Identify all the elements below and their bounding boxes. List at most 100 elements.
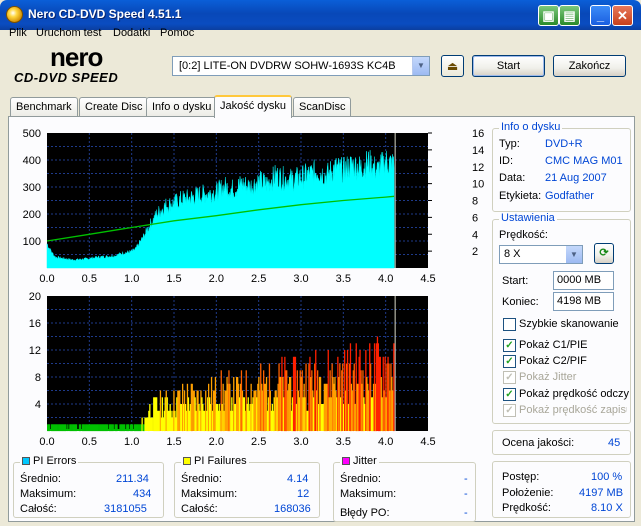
top-y-right-tick: 14 <box>472 145 484 157</box>
settings-title: Ustawienia <box>499 212 557 224</box>
speed-select-value: 8 X <box>504 248 521 260</box>
extra-window-icon[interactable]: ▣ <box>538 5 559 26</box>
pif-chart: 20 16 12 8 4 0.0 0.5 1.0 1.5 2.0 2.5 3.0 3.5 4.0 4.5 <box>29 291 436 448</box>
tab-info-o-dysku[interactable]: Info o dysku <box>146 97 218 117</box>
menu-dodatki[interactable]: Dodatki <box>113 27 150 39</box>
checkbox-show-c1-pie[interactable]: ✓ <box>503 339 516 352</box>
menu-plik[interactable]: Plik <box>9 27 27 39</box>
window-title: Nero CD-DVD Speed 4.51.1 <box>28 7 182 21</box>
show-c2-pif-label: Pokaż C2/PIF <box>519 355 587 367</box>
top-y-right-tick: 16 <box>472 128 484 140</box>
nero-logo: nero CD-DVD SPEED <box>10 42 160 88</box>
logo-product: CD-DVD SPEED <box>14 70 119 85</box>
menu-uruchom-test[interactable]: Uruchom test <box>36 27 101 39</box>
chevron-down-icon[interactable]: ▼ <box>412 57 429 75</box>
start-button[interactable]: Start <box>472 55 545 77</box>
show-jitter-label: Pokaż Jitter <box>519 371 577 383</box>
checkbox-show-write-speed[interactable]: ✓ <box>503 404 516 417</box>
top-y-left-tick: 400 <box>23 155 41 167</box>
pi-errors-title-text: PI Errors <box>33 455 77 467</box>
bottom-x-tick: 2.5 <box>251 436 266 448</box>
show-write-speed-label: Pokaż prędkość zapisu <box>519 404 627 416</box>
position-label: Położenie: <box>502 487 554 499</box>
pie-avg-label: Średnio: <box>20 473 61 485</box>
pif-avg-value: 4.14 <box>287 473 309 485</box>
bottom-x-tick: 1.0 <box>124 436 139 448</box>
top-x-tick: 2.0 <box>209 273 224 285</box>
pif-max-value: 12 <box>297 488 310 500</box>
bottom-y-tick: 12 <box>29 345 41 357</box>
top-x-tick: 0.5 <box>82 273 97 285</box>
pi-failures-color-swatch <box>183 457 191 465</box>
po-errors-label: Błędy PO: <box>340 507 390 519</box>
speed-label: Prędkość: <box>499 229 548 241</box>
tab-scandisc[interactable]: ScanDisc <box>293 97 352 117</box>
jitter-avg-label: Średnio: <box>340 473 381 485</box>
pi-errors-title: PI Errors <box>20 455 79 467</box>
pie-total-value: 3181055 <box>104 503 147 515</box>
start-mb-input[interactable]: 0000 MB <box>553 271 614 290</box>
speed-readout-label: Prędkość: <box>502 502 551 514</box>
chevron-down-icon[interactable]: ▼ <box>566 246 582 263</box>
show-read-speed-label: Pokaż prędkość odczy <box>519 388 630 400</box>
end-mb-input[interactable]: 4198 MB <box>553 292 614 311</box>
bottom-x-tick: 3.5 <box>336 436 351 448</box>
disc-type-label: Typ: <box>499 138 520 150</box>
bottom-x-tick: 0.5 <box>82 436 97 448</box>
pif-total-value: 168036 <box>274 503 311 515</box>
checkbox-show-read-speed[interactable]: ✓ <box>503 388 516 401</box>
disc-type-value: DVD+R <box>545 138 583 150</box>
pi-failures-title: PI Failures <box>181 455 249 467</box>
bottom-x-tick: 1.5 <box>166 436 181 448</box>
disc-label-value: Godfather <box>545 190 594 202</box>
quality-score-label: Ocena jakości: <box>502 437 575 449</box>
eject-disc-button[interactable]: ⏏ <box>441 55 464 77</box>
pie-total-label: Całość: <box>20 503 57 515</box>
menu-pomoc[interactable]: Pomoc <box>160 27 194 39</box>
zakoncz-button[interactable]: Zakończ <box>553 55 626 77</box>
app-disc-icon <box>6 6 23 23</box>
disc-id-label: ID: <box>499 155 514 167</box>
pie-avg-value: 211.34 <box>116 473 149 485</box>
pif-total-label: Całość: <box>181 503 218 515</box>
top-x-tick: 3.5 <box>336 273 351 285</box>
top-y-left-tick: 300 <box>23 182 41 194</box>
top-y-left-tick: 500 <box>23 128 41 140</box>
top-y-left-tick: 200 <box>23 209 41 221</box>
jitter-color-swatch <box>342 457 350 465</box>
extra-window-icon-2[interactable]: ▤ <box>559 5 580 26</box>
po-errors-value: - <box>464 507 468 519</box>
jitter-avg-value: - <box>464 473 468 485</box>
checkbox-show-jitter[interactable]: ✓ <box>503 371 516 384</box>
speed-select[interactable]: 8 X ▼ <box>499 245 583 264</box>
bottom-x-tick: 3.0 <box>293 436 308 448</box>
checkbox-quick-scan[interactable] <box>503 318 516 331</box>
disc-date-value: 21 Aug 2007 <box>545 172 607 184</box>
menu-bar: Plik Uruchom test Dodatki Pomoc <box>0 24 641 42</box>
top-x-tick: 4.5 <box>420 273 435 285</box>
tab-benchmark[interactable]: Benchmark <box>10 97 78 117</box>
top-y-right-tick: 6 <box>472 212 478 224</box>
pif-max-label: Maksimum: <box>181 488 238 500</box>
top-x-tick: 1.0 <box>124 273 139 285</box>
pi-failures-title-text: PI Failures <box>194 455 247 467</box>
tab-create-disc[interactable]: Create Disc <box>79 97 149 117</box>
jitter-max-value: - <box>464 488 468 500</box>
top-y-right-tick: 2 <box>472 246 478 258</box>
disc-date-label: Data: <box>499 172 526 184</box>
top-y-right-tick: 12 <box>472 162 484 174</box>
refresh-speed-button[interactable]: ⟳ <box>594 243 614 264</box>
close-window-button[interactable]: ✕ <box>612 5 633 26</box>
drive-select[interactable]: [0:2] LITE-ON DVDRW SOHW-1693S KC4B ▼ <box>172 56 430 76</box>
disc-info-title: Info o dysku <box>499 121 563 133</box>
minimize-button[interactable]: _ <box>590 5 611 26</box>
top-y-left-tick: 100 <box>23 236 41 248</box>
checkbox-show-c2-pif[interactable]: ✓ <box>503 355 516 368</box>
bottom-x-tick: 0.0 <box>39 436 54 448</box>
tab-jakosc-dysku[interactable]: Jakość dysku <box>214 95 293 118</box>
speed-readout-value: 8.10 X <box>591 502 623 514</box>
jitter-title: Jitter <box>340 455 379 467</box>
progress-label: Postęp: <box>502 471 540 483</box>
top-x-tick: 1.5 <box>166 273 181 285</box>
refresh-icon: ⟳ <box>599 247 609 259</box>
